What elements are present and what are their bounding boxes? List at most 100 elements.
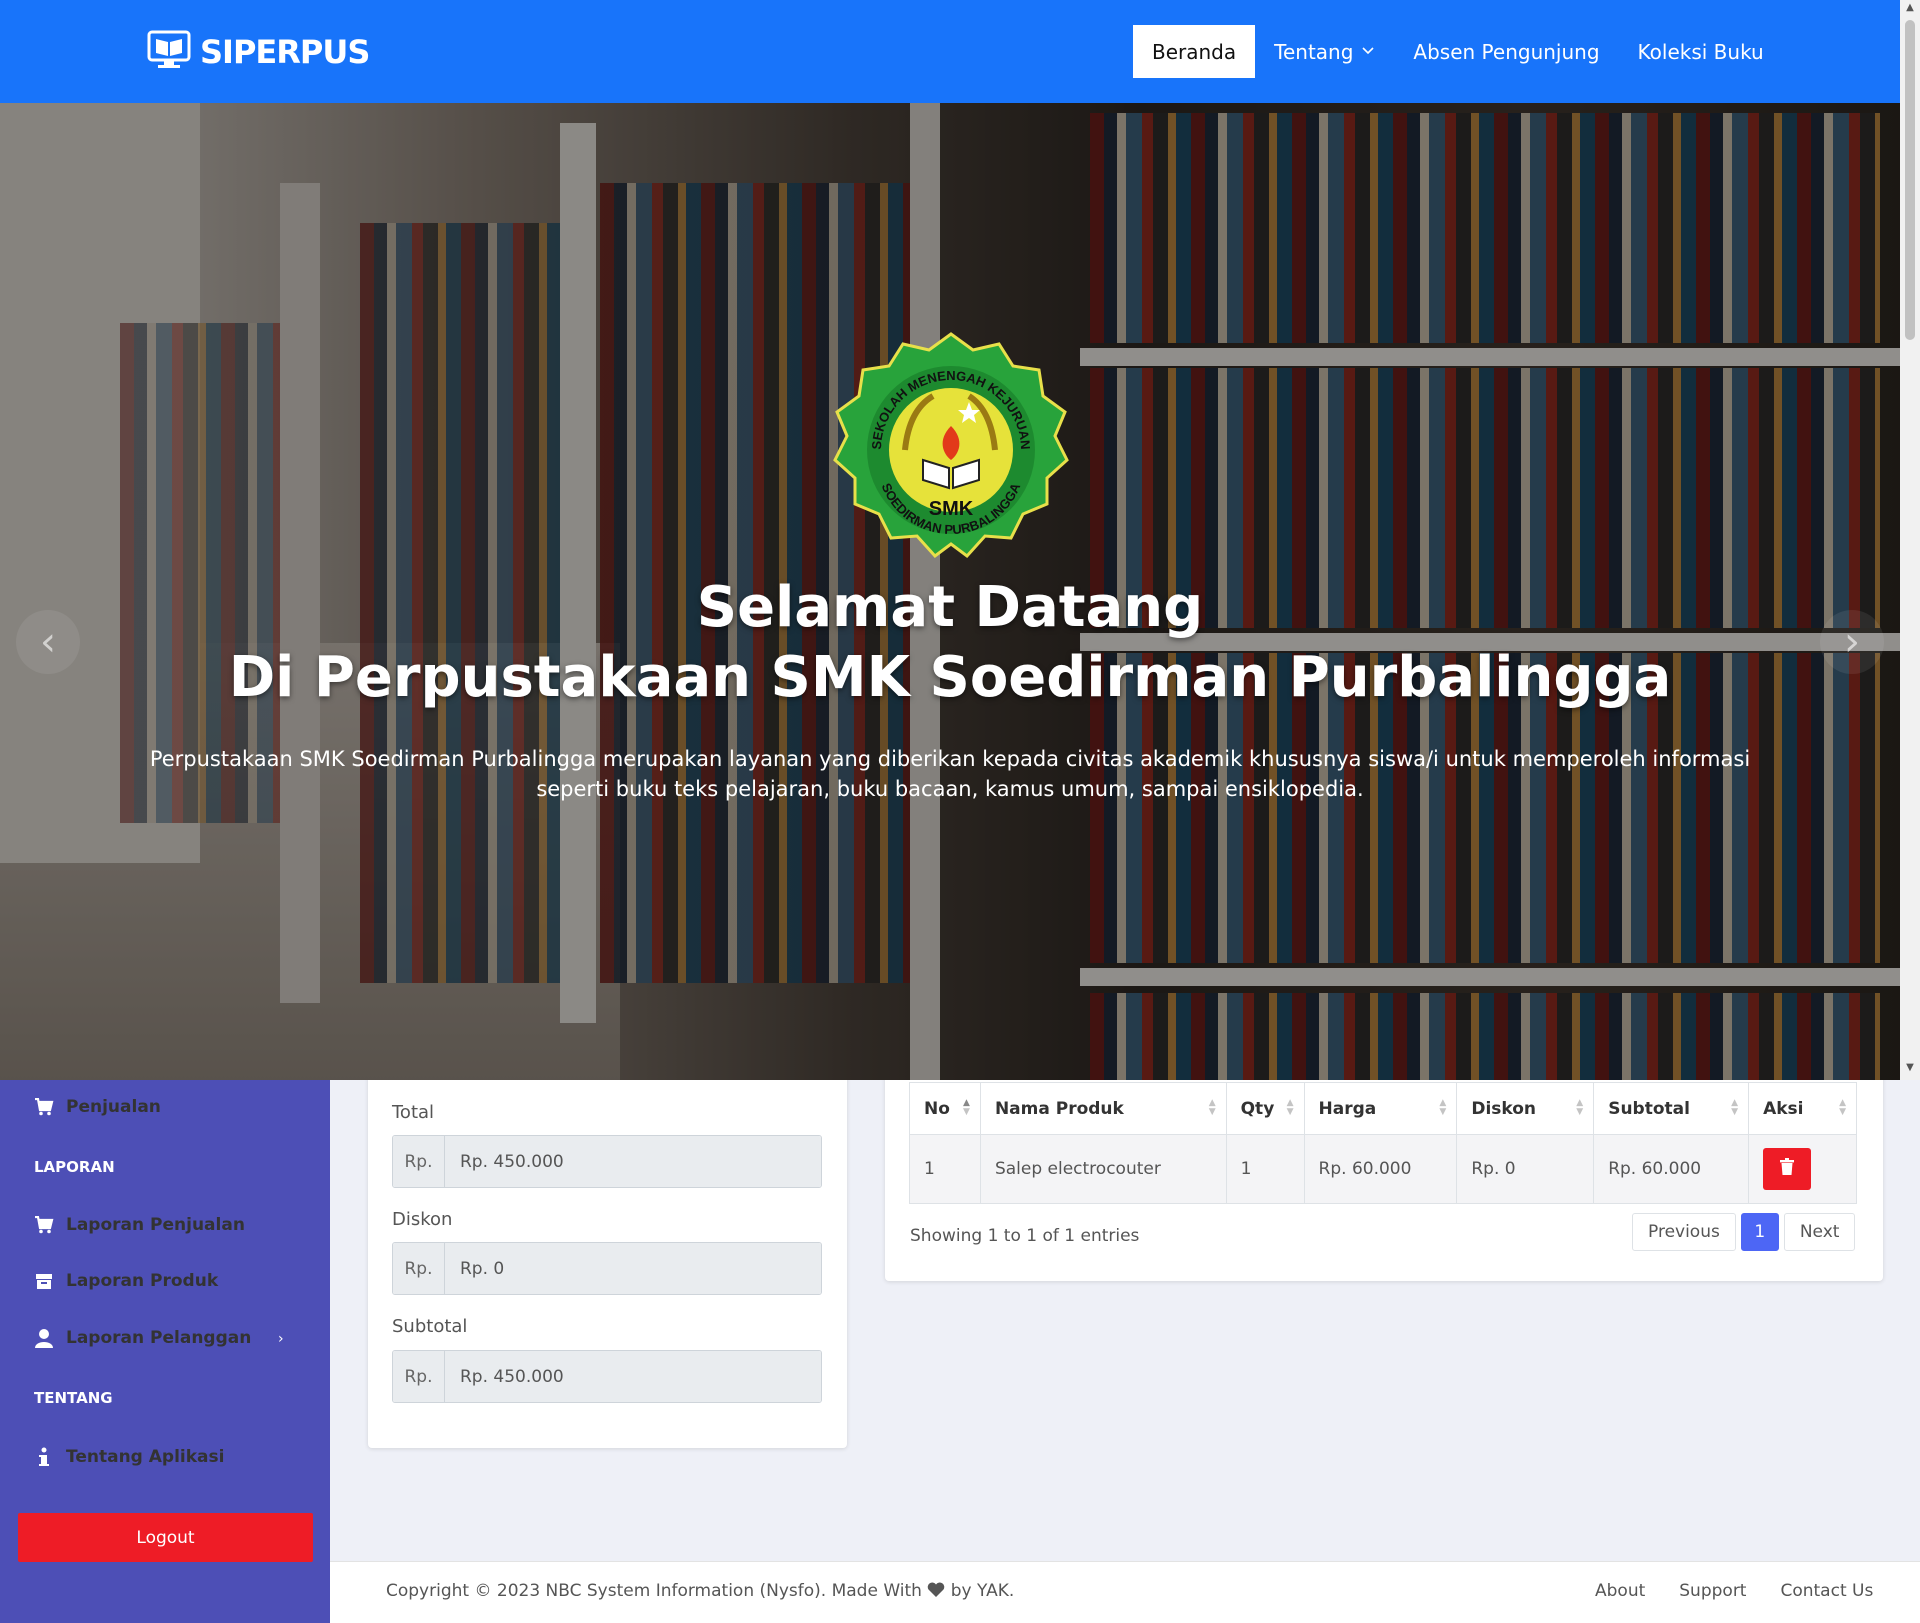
- page-scrollbar[interactable]: ▲ ▼: [1900, 0, 1920, 1080]
- sidebar-heading-tentang: TENTANG: [34, 1389, 113, 1407]
- heart-icon: [927, 1581, 945, 1601]
- subtotal-prefix: Rp.: [393, 1351, 445, 1402]
- footer-link-about[interactable]: About: [1595, 1581, 1645, 1601]
- sort-icon: ▲ ▼: [1286, 1098, 1294, 1117]
- sidebar-item-tentang-aplikasi[interactable]: Tentang Aplikasi: [34, 1447, 224, 1467]
- subtotal-label: Subtotal: [392, 1316, 468, 1337]
- th-qty[interactable]: Qty ▲ ▼: [1225, 1082, 1305, 1135]
- cell-diskon: Rp. 0: [1456, 1134, 1595, 1204]
- scroll-up-icon[interactable]: ▲: [1900, 2, 1920, 13]
- box-icon: [34, 1271, 54, 1291]
- subtotal-input: Rp. 450.000: [445, 1351, 821, 1402]
- pagination-page-1[interactable]: 1: [1740, 1213, 1779, 1251]
- diskon-prefix: Rp.: [393, 1243, 445, 1294]
- school-logo: SMK SEKOLAH MENENGAH KEJURUAN SOEDIRMAN …: [833, 330, 1070, 573]
- logo-smk-text: SMK: [929, 498, 974, 520]
- total-field: Rp. Rp. 450.000: [392, 1135, 822, 1188]
- nav-beranda-label: Beranda: [1152, 39, 1237, 64]
- th-label: Subtotal: [1608, 1098, 1690, 1119]
- trash-icon: [1780, 1158, 1795, 1180]
- sort-icon: ▲ ▼: [1576, 1098, 1584, 1117]
- cell-nama-produk: Salep electrocouter: [979, 1134, 1227, 1204]
- cart-icon: [34, 1097, 54, 1117]
- sidebar-heading-laporan: LAPORAN: [34, 1158, 115, 1176]
- pagination: Previous 1 Next: [1632, 1213, 1856, 1251]
- diskon-field: Rp. Rp. 0: [392, 1242, 822, 1295]
- chevron-right-icon: ›: [1844, 619, 1860, 665]
- table-header-row: No ▲ ▼ Nama Produk ▲ ▼ Qty ▲ ▼ Harga ▲ ▼ Diskon ▲…: [909, 1082, 1857, 1135]
- carousel-next-button[interactable]: ›: [1820, 610, 1884, 674]
- sidebar-item-label: Laporan Pelanggan: [66, 1328, 252, 1348]
- nav-koleksi-label: Koleksi Buku: [1637, 39, 1764, 64]
- th-subtotal[interactable]: Subtotal ▲ ▼: [1593, 1082, 1750, 1135]
- scrollbar-thumb[interactable]: [1905, 20, 1915, 340]
- total-label: Total: [392, 1102, 435, 1123]
- nav-links: Beranda Tentang Absen Pengunjung Koleksi…: [1133, 25, 1783, 78]
- cell-subtotal: Rp. 60.000: [1593, 1134, 1750, 1204]
- sort-icon: ▲ ▼: [1208, 1098, 1216, 1117]
- sort-icon: ▲ ▼: [1439, 1098, 1447, 1117]
- th-nama-produk[interactable]: Nama Produk ▲ ▼: [979, 1082, 1227, 1135]
- hero-title-line2: Di Perpustakaan SMK Soedirman Purbalingg…: [228, 645, 1672, 710]
- nav-beranda[interactable]: Beranda: [1133, 25, 1256, 78]
- cell-aksi: [1748, 1134, 1857, 1204]
- sidebar-item-penjualan[interactable]: Penjualan: [34, 1097, 161, 1117]
- total-input: Rp. 450.000: [445, 1136, 821, 1187]
- nav-tentang[interactable]: Tentang: [1255, 25, 1394, 78]
- info-icon: [34, 1447, 54, 1467]
- hero-title-line1: Selamat Datang: [696, 575, 1204, 640]
- total-prefix: Rp.: [393, 1136, 445, 1187]
- sort-icon: ▲ ▼: [963, 1098, 970, 1117]
- sidebar-item-laporan-produk[interactable]: Laporan Produk: [34, 1271, 218, 1291]
- cell-no: 1: [909, 1134, 981, 1204]
- hero-description: Perpustakaan SMK Soedirman Purbalingga m…: [149, 747, 1751, 801]
- copyright: Copyright © 2023 NBC System Information …: [386, 1581, 1014, 1601]
- sidebar-item-label: Penjualan: [66, 1097, 161, 1117]
- subtotal-field: Rp. Rp. 450.000: [392, 1350, 822, 1403]
- th-label: Nama Produk: [994, 1098, 1124, 1119]
- brand-name: SIPERPUS: [200, 33, 370, 71]
- cell-harga: Rp. 60.000: [1303, 1134, 1458, 1204]
- footer-links: About Support Contact Us: [1595, 1581, 1873, 1601]
- copyright-author: by YAK.: [950, 1581, 1015, 1601]
- sidebar-item-laporan-pelanggan[interactable]: Laporan Pelanggan: [34, 1328, 251, 1348]
- th-label: No: [924, 1098, 950, 1119]
- footer-link-contact[interactable]: Contact Us: [1780, 1581, 1873, 1601]
- chevron-down-icon: [1361, 44, 1375, 60]
- footer-link-support[interactable]: Support: [1679, 1581, 1746, 1601]
- pagination-previous[interactable]: Previous: [1632, 1213, 1736, 1251]
- copyright-text: Copyright © 2023 NBC System Information …: [386, 1581, 922, 1601]
- nav-absen-pengunjung[interactable]: Absen Pengunjung: [1394, 25, 1618, 78]
- top-navbar: SIPERPUS Beranda Tentang Absen Pengunjun…: [0, 0, 1900, 103]
- th-label: Harga: [1318, 1098, 1377, 1119]
- sort-icon: ▲ ▼: [1839, 1098, 1846, 1117]
- cell-qty: 1: [1225, 1134, 1305, 1204]
- chevron-right-icon[interactable]: ›: [278, 1331, 284, 1347]
- scroll-down-icon[interactable]: ▼: [1900, 1062, 1920, 1073]
- carousel-prev-button[interactable]: ‹: [16, 610, 80, 674]
- sidebar-item-label: Laporan Produk: [66, 1271, 219, 1291]
- sidebar-item-laporan-penjualan[interactable]: Laporan Penjualan: [34, 1215, 245, 1235]
- user-icon: [34, 1328, 54, 1348]
- nav-absen-label: Absen Pengunjung: [1413, 39, 1600, 64]
- delete-button[interactable]: [1763, 1148, 1812, 1190]
- th-label: Aksi: [1763, 1098, 1804, 1119]
- pagination-next[interactable]: Next: [1783, 1213, 1856, 1251]
- brand-logo[interactable]: SIPERPUS: [146, 30, 370, 74]
- th-harga[interactable]: Harga ▲ ▼: [1303, 1082, 1458, 1135]
- nav-koleksi-buku[interactable]: Koleksi Buku: [1619, 25, 1783, 78]
- diskon-input: Rp. 0: [445, 1243, 821, 1294]
- chevron-left-icon: ‹: [40, 619, 56, 665]
- th-diskon[interactable]: Diskon ▲ ▼: [1456, 1082, 1595, 1135]
- sidebar-item-label: Laporan Penjualan: [66, 1215, 245, 1235]
- table-info: Showing 1 to 1 of 1 entries: [910, 1226, 1140, 1246]
- nav-tentang-label: Tentang: [1274, 39, 1354, 64]
- diskon-label: Diskon: [392, 1209, 453, 1230]
- th-aksi[interactable]: Aksi ▲ ▼: [1748, 1082, 1857, 1135]
- sidebar-item-label: Tentang Aplikasi: [66, 1447, 225, 1467]
- hero-carousel: SMK SEKOLAH MENENGAH KEJURUAN SOEDIRMAN …: [0, 103, 1900, 1080]
- th-no[interactable]: No ▲ ▼: [909, 1082, 981, 1135]
- table-row: 1 Salep electrocouter 1 Rp. 60.000 Rp. 0…: [909, 1134, 1857, 1204]
- hero-title: Selamat Datang Di Perpustakaan SMK Soedi…: [0, 573, 1900, 713]
- logout-button[interactable]: Logout: [18, 1513, 313, 1562]
